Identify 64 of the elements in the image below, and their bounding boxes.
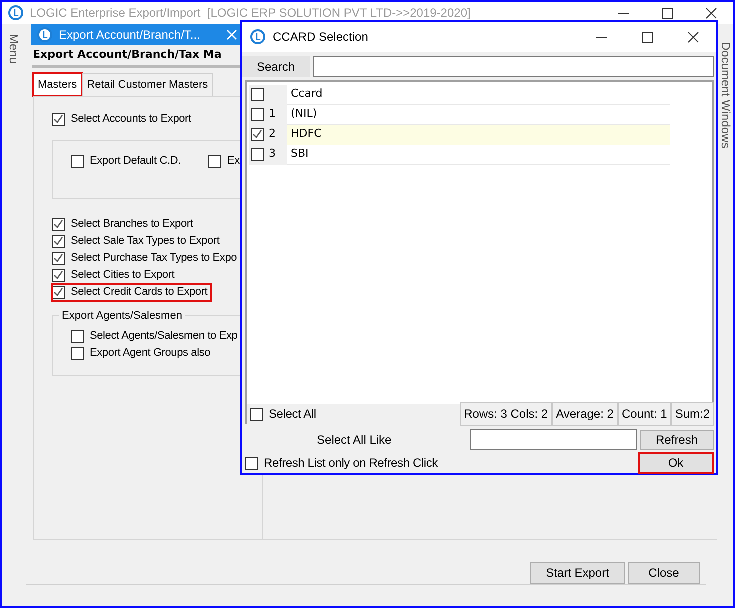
search-button[interactable]: Search xyxy=(242,56,310,77)
checkbox-label: Select All xyxy=(269,406,316,423)
checkbox[interactable] xyxy=(52,252,65,265)
checkbox-label: Select Agents/Salesmen to Exp xyxy=(90,329,238,344)
status-cell: Rows: 3 Cols: 2 xyxy=(460,402,552,426)
checkbox[interactable] xyxy=(251,128,264,141)
checkbox-label: Select Credit Cards to Export xyxy=(71,285,208,300)
group-title: Export Agents/Salesmen xyxy=(59,308,186,324)
ok-button[interactable]: Ok xyxy=(638,452,714,474)
tab[interactable]: Masters xyxy=(33,72,82,96)
field-label: Select All Like xyxy=(316,432,393,448)
select-all-like-field[interactable] xyxy=(470,429,638,450)
checkbox[interactable] xyxy=(251,108,264,121)
table-cell[interactable]: SBI xyxy=(287,144,670,164)
refresh-button[interactable]: Refresh xyxy=(640,430,714,450)
logo-icon xyxy=(250,29,266,45)
search-field[interactable] xyxy=(312,56,714,77)
tab[interactable]: Retail Customer Masters xyxy=(82,72,214,96)
close-icon xyxy=(706,8,716,18)
checkbox[interactable] xyxy=(52,269,65,282)
checkbox-label: Ex xyxy=(227,154,240,170)
status-cell: Count: 1 xyxy=(618,402,672,426)
table-cell[interactable]: HDFC xyxy=(287,124,670,144)
table-cell[interactable]: (NIL) xyxy=(287,104,670,124)
row-number: 3 xyxy=(269,146,276,162)
checkbox[interactable] xyxy=(208,155,222,168)
close-button[interactable]: Close xyxy=(628,562,700,584)
maximize-icon xyxy=(642,32,652,42)
column-header: Ccard xyxy=(290,86,324,102)
close-icon xyxy=(688,32,698,42)
row-number: 1 xyxy=(269,106,276,122)
logo-icon xyxy=(8,5,24,21)
checkbox[interactable] xyxy=(71,155,84,168)
checkbox-label: Select Purchase Tax Types to Expo xyxy=(71,251,238,266)
row-number: 2 xyxy=(269,126,276,142)
checkbox[interactable] xyxy=(245,456,258,470)
status-cell: Sum:2 xyxy=(671,402,714,426)
document-tab[interactable]: Export Account/Branch/T... xyxy=(31,24,243,45)
maximize-icon xyxy=(662,8,672,18)
checkbox-label: Select Sale Tax Types to Export xyxy=(71,234,220,250)
dialog-title: CCARD Selection xyxy=(273,29,370,46)
heading: Export Account/Branch/Tax Ma xyxy=(33,47,222,63)
checkbox-label: Export Agent Groups also xyxy=(90,346,211,362)
checkbox[interactable] xyxy=(52,286,65,299)
status-cell: Average: 2 xyxy=(552,402,618,426)
checkbox[interactable] xyxy=(52,218,65,231)
checkbox[interactable] xyxy=(251,148,264,161)
checkbox-label: Refresh List only on Refresh Click xyxy=(264,455,438,472)
checkbox-label: Select Accounts to Export xyxy=(71,112,192,128)
start-export-button[interactable]: Start Export xyxy=(530,562,626,584)
checkbox-label: Select Branches to Export xyxy=(71,217,194,232)
checkbox[interactable] xyxy=(251,88,264,101)
checkbox[interactable] xyxy=(71,347,84,360)
checkbox[interactable] xyxy=(52,113,65,126)
checkbox-label: Export Default C.D. xyxy=(90,154,181,170)
checkbox[interactable] xyxy=(52,235,65,248)
checkbox-label: Select Cities to Export xyxy=(71,268,175,284)
window-title: LOGIC Enterprise Export/Import [LOGIC ERP SOLUTION PVT LTD->>2019-2020] xyxy=(30,5,472,22)
logo-icon xyxy=(37,26,53,42)
close-icon xyxy=(227,30,237,40)
side-panel-tab[interactable]: Menu xyxy=(5,34,23,64)
checkbox[interactable] xyxy=(71,330,84,343)
side-panel-tab[interactable]: Document Windows xyxy=(717,42,735,149)
checkbox[interactable] xyxy=(250,408,263,420)
